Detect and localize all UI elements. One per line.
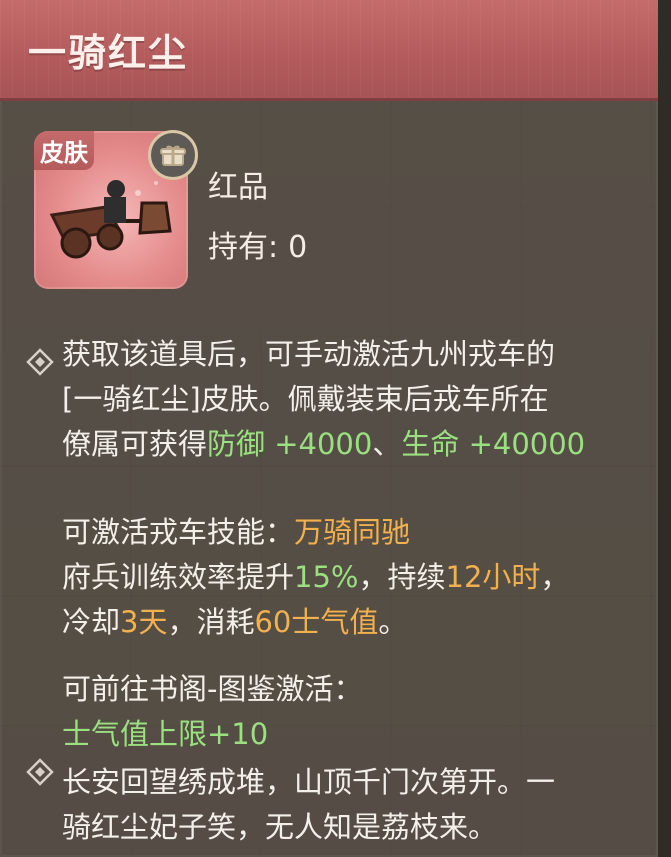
description-block: 获取该道具后，可手动激活九州戎车的 [一骑红尘]皮肤。佩戴装束后戎车所在 僚属可… bbox=[62, 332, 647, 467]
diamond-bullet-icon bbox=[26, 348, 54, 376]
skill-name: 万骑同驰 bbox=[294, 515, 411, 549]
game-background: 一骑红尘 皮肤 红品 持有: 0 获取该道具后，可手动激活九州戎车的 [一骑红尘… bbox=[0, 0, 671, 857]
life-bonus: 生命 +40000 bbox=[401, 427, 586, 461]
skill-line-3-mid: ，消耗 bbox=[167, 605, 255, 639]
skill-line-1: 可激活戎车技能：万骑同驰 bbox=[62, 510, 647, 555]
atlas-label: 可前往书阁-图鉴激活： bbox=[62, 672, 363, 706]
owned-label: 持有: bbox=[208, 230, 279, 265]
item-type-tag: 皮肤 bbox=[34, 131, 94, 170]
owned-value: 0 bbox=[288, 230, 308, 265]
chariot-icon bbox=[49, 180, 172, 259]
skill-line-2-suffix: ， bbox=[540, 560, 570, 594]
atlas-block: 可前往书阁-图鉴激活： 士气值上限+10 bbox=[62, 667, 647, 757]
skill-line-2: 府兵训练效率提升15%，持续12小时， bbox=[62, 555, 647, 600]
item-title: 一骑红尘 bbox=[28, 31, 189, 75]
skill-cooldown: 3天 bbox=[120, 605, 168, 639]
skill-line-3: 冷却3天，消耗60士气值。 bbox=[62, 600, 647, 645]
skill-label: 可激活戎车技能： bbox=[62, 515, 295, 549]
skill-percent: 15% bbox=[294, 560, 359, 594]
item-tooltip-panel: 一骑红尘 皮肤 红品 持有: 0 获取该道具后，可手动激活九州戎车的 [一骑红尘… bbox=[0, 0, 661, 857]
poem-block: 长安回望绣成堆，山顶千门次第开。一 骑红尘妃子笑，无人知是荔枝来。 bbox=[62, 760, 647, 850]
title-bar: 一骑红尘 bbox=[0, 0, 658, 101]
skill-cost: 60士气值 bbox=[254, 605, 379, 639]
poem-line-1: 长安回望绣成堆，山顶千门次第开。一 bbox=[62, 765, 556, 799]
gift-icon[interactable] bbox=[148, 130, 198, 180]
skill-line-2-prefix: 府兵训练效率提升 bbox=[62, 560, 295, 594]
desc-line-2: [一骑红尘]皮肤。佩戴装束后戎车所在 bbox=[62, 382, 549, 416]
gift-box-icon bbox=[160, 145, 186, 166]
diamond-bullet-icon bbox=[26, 758, 54, 786]
atlas-bonus: 士气值上限+10 bbox=[62, 717, 269, 751]
skill-line-2-mid: ，持续 bbox=[358, 560, 446, 594]
skill-line-3-suffix: 。 bbox=[378, 605, 408, 639]
skill-block: 可激活戎车技能：万骑同驰 府兵训练效率提升15%，持续12小时， 冷却3天，消耗… bbox=[62, 510, 647, 645]
skill-line-3-prefix: 冷却 bbox=[62, 605, 121, 639]
desc-line-3-prefix: 僚属可获得 bbox=[62, 427, 208, 461]
poem-line-2: 骑红尘妃子笑，无人知是荔枝来。 bbox=[62, 810, 498, 844]
desc-line-3: 僚属可获得防御 +4000、生命 +40000 bbox=[62, 422, 647, 467]
item-rarity: 红品 bbox=[208, 170, 268, 205]
desc-sep: 、 bbox=[372, 427, 402, 461]
skill-duration: 12小时 bbox=[445, 560, 541, 594]
defense-bonus: 防御 +4000 bbox=[207, 427, 373, 461]
desc-line-1: 获取该道具后，可手动激活九州戎车的 bbox=[62, 337, 556, 371]
owned-count: 持有: 0 bbox=[208, 222, 307, 266]
background-edge bbox=[658, 0, 671, 857]
